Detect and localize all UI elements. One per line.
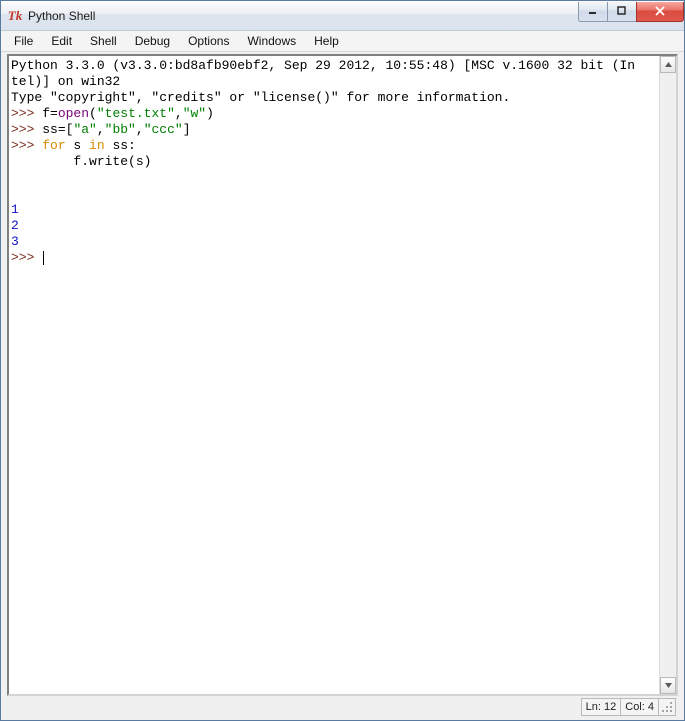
window-title: Python Shell (28, 9, 579, 23)
menubar: File Edit Shell Debug Options Windows He… (1, 31, 684, 52)
app-window: Tk Python Shell File Edit Shell Debug Op… (0, 0, 685, 721)
code-text: s (66, 138, 89, 153)
code-text: ] (183, 122, 191, 137)
menu-help[interactable]: Help (305, 32, 348, 50)
menu-windows[interactable]: Windows (238, 32, 305, 50)
maximize-button[interactable] (607, 2, 637, 22)
code-string: "w" (183, 106, 206, 121)
output-line: 1 (11, 202, 19, 217)
output-line: 3 (11, 234, 19, 249)
menu-shell[interactable]: Shell (81, 32, 126, 50)
menu-options[interactable]: Options (179, 32, 238, 50)
code-string: "test.txt" (97, 106, 175, 121)
shell-text-area[interactable]: Python 3.3.0 (v3.3.0:bd8afb90ebf2, Sep 2… (9, 56, 659, 694)
titlebar: Tk Python Shell (1, 1, 684, 31)
code-text: ss: (105, 138, 136, 153)
scroll-down-button[interactable] (660, 677, 676, 694)
code-text: , (136, 122, 144, 137)
banner-line: tel)] on win32 (11, 74, 120, 89)
menu-file[interactable]: File (5, 32, 42, 50)
code-text: , (175, 106, 183, 121)
status-line: Ln: 12 (581, 698, 622, 716)
prompt: >>> (11, 138, 42, 153)
code-text: ss=[ (42, 122, 73, 137)
window-controls (579, 2, 684, 22)
resize-grip[interactable] (658, 698, 676, 716)
output-line: 2 (11, 218, 19, 233)
code-string: "a" (73, 122, 96, 137)
code-keyword: for (42, 138, 65, 153)
scroll-up-button[interactable] (660, 56, 676, 73)
prompt: >>> (11, 122, 42, 137)
code-text: f.write(s) (11, 154, 151, 169)
prompt: >>> (11, 250, 42, 265)
editor-frame: Python 3.3.0 (v3.3.0:bd8afb90ebf2, Sep 2… (7, 54, 678, 696)
banner-line: Python 3.3.0 (v3.3.0:bd8afb90ebf2, Sep 2… (11, 58, 635, 73)
text-cursor (43, 251, 44, 265)
code-text: ) (206, 106, 214, 121)
statusbar: Ln: 12 Col: 4 (7, 696, 678, 718)
code-text: ( (89, 106, 97, 121)
code-string: "bb" (105, 122, 136, 137)
code-string: "ccc" (144, 122, 183, 137)
minimize-button[interactable] (578, 2, 608, 22)
scroll-track[interactable] (660, 73, 676, 677)
prompt: >>> (11, 106, 42, 121)
close-button[interactable] (636, 2, 684, 22)
code-keyword: in (89, 138, 105, 153)
code-text: , (97, 122, 105, 137)
vertical-scrollbar[interactable] (659, 56, 676, 694)
menu-edit[interactable]: Edit (42, 32, 81, 50)
code-text: f= (42, 106, 58, 121)
code-builtin: open (58, 106, 89, 121)
tk-feather-icon: Tk (7, 8, 23, 24)
content-area: Python 3.3.0 (v3.3.0:bd8afb90ebf2, Sep 2… (1, 52, 684, 720)
banner-line: Type "copyright", "credits" or "license(… (11, 90, 510, 105)
status-col: Col: 4 (620, 698, 659, 716)
menu-debug[interactable]: Debug (126, 32, 179, 50)
